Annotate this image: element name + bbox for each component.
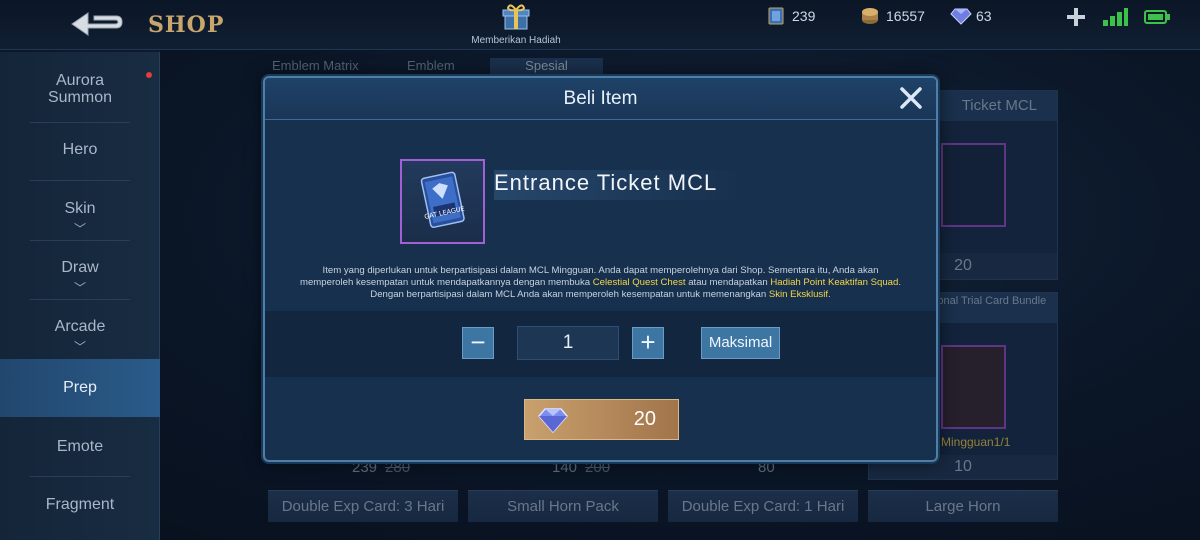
chevron-down-icon: ﹀ [73,281,86,295]
item-description: Item yang diperlukan untuk berpartisipas… [299,265,902,300]
divider [30,240,130,241]
chevron-down-icon: ﹀ [73,222,86,236]
plus-icon[interactable] [1066,7,1086,32]
divider [30,122,130,123]
dialog-header: Beli Item [265,78,936,120]
signal-icon [1102,8,1128,31]
diamond-icon [950,6,972,26]
battle-point-coin-icon [860,6,880,26]
gift-box-icon [501,2,531,32]
buy-button[interactable]: 20 [524,399,679,440]
ticket-counter[interactable]: 239 [766,6,815,26]
item-image: GAT LEAGUE [400,159,485,244]
sidebar-item-label: Draw [61,259,99,276]
sidebar-item-label: Fragment [45,496,115,513]
sidebar-item-prep[interactable]: Prep [0,359,160,417]
top-bar: SHOP Memberikan Hadiah 239 16557 63 [0,0,1200,50]
buy-item-dialog: Beli Item GAT LEAGUE Entrance Ticket MCL… [263,76,938,462]
back-arrow-icon[interactable] [68,8,126,40]
sidebar-item-arcade[interactable]: Arcade ﹀ [0,318,160,355]
sidebar-item-hero[interactable]: Hero [0,141,160,159]
sidebar-item-draw[interactable]: Draw ﹀ [0,259,160,296]
battle-point-counter[interactable]: 16557 [860,6,925,26]
battle-point-count: 16557 [886,8,925,24]
ticket-count: 239 [792,8,816,24]
item-name-bar: Entrance Ticket MCL [494,170,744,200]
gift-button[interactable]: Memberikan Hadiah [466,2,566,46]
sidebar-item-label: Arcade [54,318,106,335]
notification-dot [146,72,152,78]
sidebar-item-label: Aurora Summon [47,72,113,106]
diamond-counter[interactable]: 63 [950,6,992,26]
sidebar-item-emote[interactable]: Emote [0,438,160,456]
sidebar-item-label: Emote [56,438,104,455]
diamond-count: 63 [976,8,992,24]
max-quantity-button[interactable]: Maksimal [701,327,780,359]
sidebar-item-aurora-summon[interactable]: Aurora Summon [0,72,160,106]
gift-label: Memberikan Hadiah [471,35,561,46]
battery-icon [1144,10,1170,29]
sidebar: Aurora Summon Hero Skin ﹀ Draw ﹀ Arcade … [0,52,160,540]
sidebar-item-fragment[interactable]: Fragment [0,496,160,514]
increase-quantity-button[interactable]: + [632,327,664,359]
close-icon[interactable] [898,85,924,111]
chevron-down-icon: ﹀ [73,340,86,354]
sidebar-item-skin[interactable]: Skin ﹀ [0,200,160,237]
highlight-text: Hadiah Point Keaktifan Squad [770,277,899,288]
diamond-icon [537,405,569,435]
decrease-quantity-button[interactable]: − [462,327,494,359]
highlight-text: Skin Eksklusif [768,289,829,300]
divider [30,476,130,477]
sidebar-item-label: Hero [62,141,98,158]
shop-screen: SHOP Memberikan Hadiah 239 16557 63 Auro… [0,0,1200,540]
status-area [1066,7,1170,32]
quantity-field[interactable]: 1 [517,326,619,360]
item-name: Entrance Ticket MCL [494,170,718,195]
buy-price: 20 [633,408,656,430]
page-title: SHOP [148,12,225,38]
divider [30,299,130,300]
ticket-mcl-icon: GAT LEAGUE [420,171,465,228]
highlight-text: Celestial Quest Chest [592,277,686,288]
ticket-icon [766,6,786,26]
divider [30,180,130,181]
sidebar-item-label: Prep [63,379,97,396]
sidebar-item-label: Skin [64,200,96,217]
dialog-title: Beli Item [563,88,638,109]
